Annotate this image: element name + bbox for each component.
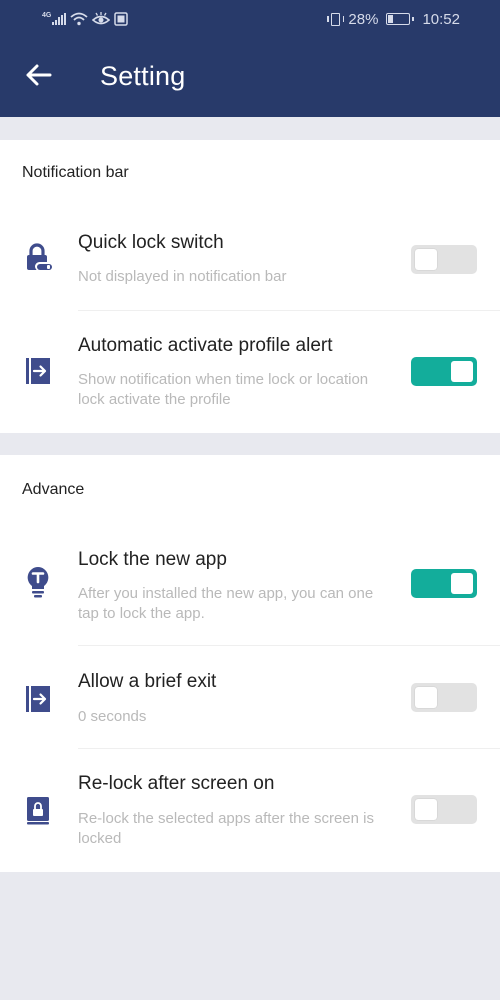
network-type: 4G [42,12,52,19]
top-bar: 4G 28% 10:52 Setting [0,0,500,117]
quick-lock-toggle[interactable] [411,245,477,274]
lock-new-app-row[interactable]: Lock the new app After you installed the… [0,527,500,645]
enter-icon [22,355,54,387]
lightbulb-icon [22,565,54,598]
profile-alert-toggle[interactable] [411,357,477,386]
back-button[interactable] [22,58,56,92]
profile-alert-row[interactable]: Automatic activate profile alert Show no… [0,311,500,433]
eye-icon [92,12,111,25]
battery-icon [386,13,415,25]
relock-toggle[interactable] [411,795,477,824]
toggle-knob [451,361,473,382]
enter-icon [22,683,54,715]
toggle-knob [451,573,473,594]
row-title: Quick lock switch [78,232,224,253]
brief-exit-toggle[interactable] [411,683,477,712]
relock-row[interactable]: Re-lock after screen on Re-lock the sele… [0,749,500,872]
status-left: 4G [42,10,129,28]
book-lock-icon [22,795,54,827]
lock-toggle-icon [22,242,54,274]
brief-exit-row[interactable]: Allow a brief exit 0 seconds [0,646,500,748]
row-title: Re-lock after screen on [78,773,275,794]
app-bar: Setting [0,38,500,117]
row-subtitle: Not displayed in notification bar [78,268,287,285]
row-subtitle: Show notification when time lock or loca… [78,371,369,408]
battery-percent: 28% [348,10,379,28]
row-title: Automatic activate profile alert [78,335,333,356]
status-right: 28% 10:52 [327,9,460,29]
row-title: Allow a brief exit [78,671,217,692]
signal-icon [52,13,67,25]
row-title: Lock the new app [78,549,227,570]
notification-bar-section: Notification bar Quick lock switch Not d… [0,140,500,433]
section-header: Advance [22,481,85,498]
clock: 10:52 [422,10,460,28]
status-bar: 4G 28% 10:52 [0,0,500,38]
toggle-knob [415,799,437,820]
row-subtitle: After you installed the new app, you can… [78,585,374,622]
safe-icon [114,12,129,26]
row-subtitle: Re-lock the selected apps after the scre… [78,810,374,847]
advance-section: Advance Lock the new app After you insta… [0,455,500,872]
vibrate-icon [327,12,345,26]
lock-new-app-toggle[interactable] [411,569,477,598]
wifi-icon [70,12,88,26]
page-title: Setting [100,61,186,91]
arrow-left-icon [26,64,52,86]
toggle-knob [415,249,437,270]
row-subtitle: 0 seconds [78,708,147,725]
toggle-knob [415,687,437,708]
quick-lock-switch-row[interactable]: Quick lock switch Not displayed in notif… [0,218,500,310]
section-header: Notification bar [22,164,129,181]
